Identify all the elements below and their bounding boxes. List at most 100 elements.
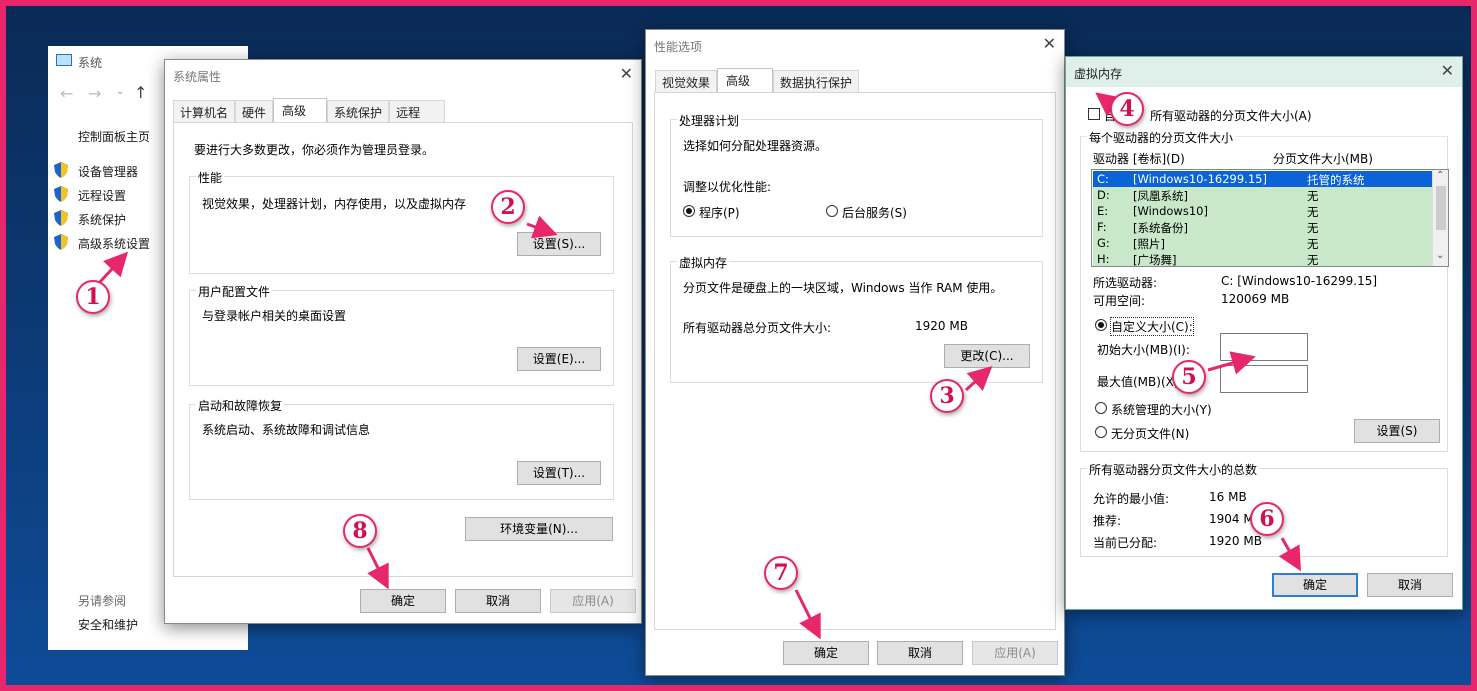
group-legend: 所有驱动器分页文件大小的总数: [1087, 461, 1259, 478]
no-paging-radio[interactable]: [1095, 426, 1107, 438]
nav-remote-settings[interactable]: 远程设置: [78, 187, 126, 204]
set-button[interactable]: 设置(S): [1354, 419, 1440, 443]
auto-manage-label[interactable]: 所有驱动器的分页文件大小(A): [1150, 107, 1312, 124]
initial-size-input[interactable]: [1220, 333, 1308, 361]
tab-dep[interactable]: 数据执行保护: [773, 70, 859, 92]
group-legend: 性能: [196, 169, 224, 186]
drive-label: [凤凰系统]: [1133, 188, 1188, 204]
nav-advanced-settings[interactable]: 高级系统设置: [78, 235, 150, 252]
drive-list[interactable]: C: [Windows10-16299.15] 托管的系统 D: [凤凰系统] …: [1091, 169, 1449, 267]
tab-advanced[interactable]: 高级: [273, 98, 327, 122]
max-size-label: 最大值(MB)(X): [1097, 373, 1179, 390]
recommended-label: 推荐:: [1093, 512, 1121, 529]
ok-button[interactable]: 确定: [783, 641, 869, 665]
step-marker-1: 1: [76, 280, 110, 314]
drive-letter: H:: [1097, 252, 1110, 266]
programs-radio[interactable]: [683, 205, 695, 217]
free-space-value: 120069 MB: [1221, 292, 1289, 306]
apply-button[interactable]: 应用(A): [972, 641, 1058, 665]
scroll-thumb[interactable]: [1436, 186, 1446, 230]
startup-settings-button[interactable]: 设置(T)...: [517, 461, 601, 485]
performance-group: 性能 视觉效果，处理器计划，内存使用，以及虚拟内存 设置(S)...: [189, 176, 614, 274]
close-icon[interactable]: ✕: [1043, 34, 1056, 53]
shield-icon: [54, 210, 68, 226]
allocated-value: 1920 MB: [1209, 534, 1262, 548]
group-legend: 虚拟内存: [677, 254, 729, 271]
scroll-down-icon[interactable]: ⌄: [1436, 250, 1444, 261]
tab-computer-name[interactable]: 计算机名: [173, 100, 235, 122]
chevron-down-icon[interactable]: ⌄: [116, 86, 124, 97]
selected-drive-value: C: [Windows10-16299.15]: [1221, 274, 1377, 288]
nav-system-protection[interactable]: 系统保护: [78, 211, 126, 228]
close-icon[interactable]: ✕: [620, 64, 633, 83]
custom-size-radio[interactable]: [1095, 319, 1107, 331]
security-maintenance-link[interactable]: 安全和维护: [78, 616, 138, 633]
list-item[interactable]: D: [凤凰系统] 无: [1093, 187, 1432, 203]
min-allowed-label: 允许的最小值:: [1093, 490, 1169, 507]
scrollbar[interactable]: ⌃ ⌄: [1432, 170, 1448, 266]
background-services-radio[interactable]: [826, 205, 838, 217]
step-marker-4: 4: [1110, 92, 1144, 126]
forward-arrow-icon[interactable]: →: [88, 84, 101, 103]
list-item[interactable]: F: [系统备份] 无: [1093, 219, 1432, 235]
auto-manage-checkbox[interactable]: [1088, 108, 1100, 120]
programs-label[interactable]: 程序(P): [699, 204, 740, 221]
drive-size: 托管的系统: [1307, 172, 1365, 188]
drive-size: 无: [1307, 204, 1319, 220]
drive-size: 无: [1307, 188, 1319, 204]
apply-button[interactable]: 应用(A): [550, 589, 636, 613]
tab-advanced[interactable]: 高级: [717, 68, 773, 92]
tab-panel: 处理器计划 选择如何分配处理器资源。 调整以优化性能: 程序(P) 后台服务(S…: [654, 92, 1056, 630]
cancel-button[interactable]: 取消: [455, 589, 541, 613]
column-header-size: 分页文件大小(MB): [1273, 150, 1373, 167]
group-legend: 用户配置文件: [196, 283, 272, 300]
step-marker-5: 5: [1172, 360, 1206, 394]
list-item[interactable]: E: [Windows10] 无: [1093, 203, 1432, 219]
system-managed-label[interactable]: 系统管理的大小(Y): [1111, 401, 1212, 418]
group-description: 与登录帐户相关的桌面设置: [202, 307, 346, 324]
performance-settings-button[interactable]: 设置(S)...: [517, 232, 601, 256]
change-button[interactable]: 更改(C)...: [944, 344, 1030, 368]
drive-letter: C:: [1097, 172, 1109, 186]
drive-letter: F:: [1097, 220, 1107, 234]
control-panel-home-link[interactable]: 控制面板主页: [78, 128, 150, 145]
group-description: 分页文件是硬盘上的一块区域，Windows 当作 RAM 使用。: [683, 279, 1002, 296]
selected-drive-label: 所选驱动器:: [1093, 274, 1157, 291]
drive-label: [广场舞]: [1133, 252, 1176, 267]
user-profile-group: 用户配置文件 与登录帐户相关的桌面设置 设置(E)...: [189, 290, 614, 386]
tab-visual-effects[interactable]: 视觉效果: [655, 70, 717, 92]
custom-size-label[interactable]: 自定义大小(C):: [1111, 318, 1193, 335]
up-arrow-icon[interactable]: ↑: [134, 83, 147, 102]
title-bar: 虚拟内存 ✕: [1066, 57, 1462, 87]
ok-button[interactable]: 确定: [360, 589, 446, 613]
list-item[interactable]: G: [照片] 无: [1093, 235, 1432, 251]
group-legend: 每个驱动器的分页文件大小: [1087, 129, 1235, 146]
list-item[interactable]: C: [Windows10-16299.15] 托管的系统: [1093, 171, 1432, 187]
max-size-input[interactable]: [1220, 365, 1308, 393]
nav-device-manager[interactable]: 设备管理器: [78, 163, 138, 180]
tab-remote[interactable]: 远程: [389, 100, 445, 122]
back-arrow-icon[interactable]: ←: [60, 84, 73, 103]
close-icon[interactable]: ✕: [1441, 61, 1454, 80]
tab-hardware[interactable]: 硬件: [235, 100, 273, 122]
ok-button[interactable]: 确定: [1272, 573, 1358, 597]
environment-variables-button[interactable]: 环境变量(N)...: [465, 517, 613, 541]
tab-system-protection[interactable]: 系统保护: [327, 100, 389, 122]
cancel-button[interactable]: 取消: [877, 641, 963, 665]
scroll-up-icon[interactable]: ⌃: [1436, 170, 1444, 181]
shield-icon: [54, 186, 68, 202]
drive-letter: G:: [1097, 236, 1110, 250]
step-marker-2: 2: [491, 190, 525, 224]
background-services-label[interactable]: 后台服务(S): [842, 204, 907, 221]
recommended-value: 1904 M: [1209, 512, 1254, 526]
no-paging-label[interactable]: 无分页文件(N): [1111, 425, 1189, 442]
computer-icon: [56, 54, 72, 66]
drive-label: [Windows10]: [1133, 204, 1208, 218]
system-managed-radio[interactable]: [1095, 402, 1107, 414]
per-drive-group: 每个驱动器的分页文件大小 驱动器 [卷标](D) 分页文件大小(MB) C: […: [1080, 136, 1448, 452]
profile-settings-button[interactable]: 设置(E)...: [517, 347, 601, 371]
startup-recovery-group: 启动和故障恢复 系统启动、系统故障和调试信息 设置(T)...: [189, 404, 614, 500]
cancel-button[interactable]: 取消: [1367, 573, 1453, 597]
shield-icon: [54, 234, 68, 250]
list-item[interactable]: H: [广场舞] 无: [1093, 251, 1432, 267]
